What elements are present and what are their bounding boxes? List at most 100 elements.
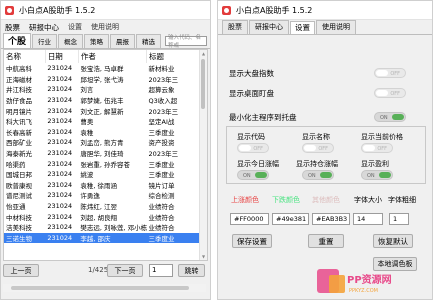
font-size-input[interactable]: 14 — [353, 213, 383, 225]
save-settings-button[interactable]: 保存设置 — [232, 234, 272, 248]
table-row[interactable]: 国城日邦 231024 姚波 三季度业 — [4, 169, 207, 180]
scroll-up-icon[interactable]: ▲ — [200, 50, 207, 57]
table-row[interactable]: 明月镜片 231024 刘文正, 解慧新 2023年三 — [4, 105, 207, 116]
table-row[interactable]: 正海磁材 231024 邱坦学, 张弋涛 2023年三 — [4, 74, 207, 85]
table-row[interactable]: 科大讯飞 231024 曹奥 坚定AI战 — [4, 116, 207, 127]
toggle-desktop[interactable]: OFF — [374, 88, 406, 98]
cell-title: 综合检测 — [148, 192, 175, 201]
cell-title: 新材料业 — [148, 65, 175, 74]
tab-stock[interactable]: 股票 — [222, 20, 248, 34]
font-size-label: 字体大小 — [354, 196, 382, 204]
table-row[interactable]: 中航高科 231024 张宝浩, 马卓群 新材料业 — [4, 63, 207, 74]
toggle-profit[interactable]: ON — [361, 170, 393, 180]
scrollbar-thumb[interactable] — [201, 59, 205, 109]
toggle-today[interactable]: ON — [237, 170, 269, 180]
cell-author: 陈炜红, 江翌 — [80, 203, 117, 212]
table-row[interactable]: 三诺生物 231024 李越, 邵庆 三季度业 — [4, 232, 207, 244]
table-row[interactable]: 谱尼测试 231024 许勇逸 综合检测 — [4, 190, 207, 201]
cell-author: 刘文正, 解慧新 — [80, 107, 124, 116]
font-weight-input[interactable]: 1 — [389, 213, 409, 225]
horizontal-scrollbar-thumb[interactable] — [11, 286, 189, 290]
table-row[interactable]: 劲仔食品 231024 郭梦婕, 伍兆丰 Q3收入超 — [4, 95, 207, 106]
restore-defaults-button[interactable]: 恢复默认 — [373, 234, 413, 248]
menu-stock[interactable]: 股票 — [5, 22, 20, 33]
tab-individual[interactable]: 个股 — [3, 33, 32, 48]
column-header-title[interactable]: 标题 — [146, 50, 207, 63]
toggle-price[interactable]: OFF — [361, 143, 393, 153]
tab-research[interactable]: 研报中心 — [249, 20, 289, 34]
cell-title: 坚定AI战 — [148, 118, 175, 127]
vertical-scrollbar[interactable]: ▲ ▼ — [199, 50, 207, 260]
menu-settings[interactable]: 设置 — [68, 22, 82, 32]
jump-button[interactable]: 跳转 — [178, 264, 205, 277]
other-color-input[interactable]: #EAB3B3 — [312, 213, 350, 225]
toggle-name[interactable]: OFF — [302, 143, 334, 153]
toggle-knob — [304, 145, 316, 151]
toggle-knob — [363, 145, 375, 151]
toggle-holding[interactable]: ON — [302, 170, 334, 180]
cell-name: 井江科技 — [6, 86, 32, 95]
tab-selected[interactable]: 精选 — [136, 34, 162, 48]
table-row[interactable]: 长春高新 231024 袁稚 三季度业 — [4, 127, 207, 138]
tab-morning[interactable]: 晨报 — [110, 34, 136, 48]
table-row[interactable]: 怡亚通 231024 陈炜红, 江翌 业绩符合 — [4, 201, 207, 212]
toggle-knob — [376, 70, 388, 76]
column-header-date[interactable]: 日期 — [45, 50, 79, 63]
up-color-input[interactable]: #FF0000 — [230, 213, 269, 225]
cell-date: 231024 — [47, 191, 73, 200]
cell-date: 231024 — [47, 106, 73, 115]
cell-title: 业绩符合 — [148, 224, 175, 233]
cell-name: 洁美科技 — [6, 224, 32, 233]
cell-name: 谱尼测试 — [6, 192, 32, 201]
cell-name: 欧普康视 — [6, 181, 32, 190]
app-icon — [222, 5, 231, 15]
column-header-name[interactable]: 名称 — [4, 50, 46, 63]
tab-help[interactable]: 使用说明 — [316, 20, 356, 34]
table-row[interactable]: 洁美科技 231024 樊志远, 刘咏莲, 邓小栋 业绩符合 — [4, 222, 207, 233]
down-color-label: 下跌颜色 — [272, 196, 300, 204]
cell-name: 正海磁材 — [6, 75, 32, 84]
scroll-down-icon[interactable]: ▼ — [200, 253, 207, 260]
cell-date: 231024 — [47, 74, 73, 83]
page-number-input[interactable]: 1 — [149, 264, 173, 277]
table-row[interactable]: 中材科技 231024 刘超, 胡良翔 业绩符合 — [4, 211, 207, 222]
table-row[interactable]: 哈渠药 231024 张岩重, 孙乔容苍 三季度业 — [4, 158, 207, 169]
prev-page-button[interactable]: 上一页 — [3, 264, 39, 277]
tab-concept[interactable]: 概念 — [58, 34, 84, 48]
search-input[interactable]: 输入代码、名称或 — [165, 35, 208, 49]
cell-date: 231024 — [47, 138, 73, 147]
toggle-tray[interactable]: ON — [374, 112, 406, 122]
column-label-today: 显示今日涨幅 — [237, 160, 279, 168]
cell-title: Q3收入超 — [148, 97, 178, 106]
reset-button[interactable]: 重置 — [308, 234, 344, 248]
next-page-button[interactable]: 下一页 — [107, 264, 143, 277]
tab-industry[interactable]: 行业 — [32, 34, 58, 48]
column-label-price: 显示当前价格 — [361, 133, 403, 141]
toggle-index[interactable]: OFF — [374, 68, 406, 78]
table-row[interactable]: 西部矿业 231024 刘孟峦, 熊方青 资产投资 — [4, 137, 207, 148]
toggle-code[interactable]: OFF — [237, 143, 269, 153]
toggle-state-label: ON — [367, 172, 375, 179]
table-row[interactable]: 海泰新光 231024 唐胆华, 刘佳琦 2023年三 — [4, 148, 207, 159]
column-header-author[interactable]: 作者 — [78, 50, 148, 63]
toggle-state-label: OFF — [377, 145, 387, 152]
down-color-input[interactable]: #49e381 — [272, 213, 309, 225]
tab-strategy[interactable]: 策略 — [84, 34, 110, 48]
cell-author: 曹奥 — [80, 118, 94, 127]
menu-research[interactable]: 研报中心 — [29, 22, 59, 33]
watermark-graphic: PP资源网 PPKYZ.COM — [317, 269, 392, 294]
horizontal-scrollbar[interactable] — [3, 284, 206, 292]
toggle-knob — [320, 172, 332, 178]
cell-title: 三季度业 — [148, 128, 175, 137]
table-row[interactable]: 欧普康视 231024 袁稚, 徐雨涵 镜片订单 — [4, 180, 207, 191]
cell-title: 镜片订单 — [148, 181, 175, 190]
cell-title: 超算云象 — [148, 86, 175, 95]
cell-title: 业绩符合 — [148, 203, 175, 212]
cell-name: 海泰新光 — [6, 150, 32, 159]
settings-menu-tabs: 股票 研报中心 设置 使用说明 — [218, 20, 432, 35]
column-label-holding: 显示持仓涨幅 — [296, 160, 338, 168]
table-row[interactable]: 井江科技 231024 刘言 超算云象 — [4, 84, 207, 95]
cell-author: 张宝浩, 马卓群 — [80, 65, 124, 74]
menu-help[interactable]: 使用说明 — [91, 22, 119, 32]
tab-settings[interactable]: 设置 — [290, 21, 315, 34]
